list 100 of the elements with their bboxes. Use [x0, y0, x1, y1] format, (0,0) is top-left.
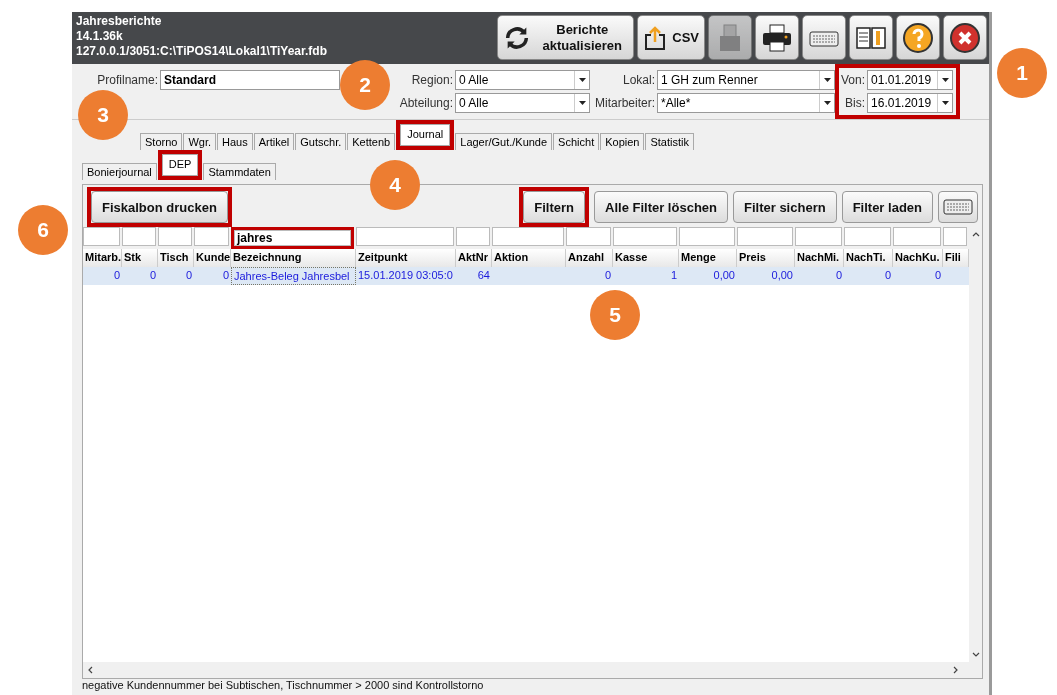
- dropdown-field[interactable]: 1 GH zum Renner: [657, 70, 835, 90]
- filter-input[interactable]: [158, 227, 192, 246]
- dropdown-field[interactable]: *Alle*: [657, 93, 835, 113]
- close-button[interactable]: [943, 15, 987, 60]
- dropdown-caret-icon: [823, 101, 831, 105]
- field-label: Lokal:: [622, 73, 655, 87]
- tab[interactable]: Gutschr.: [295, 133, 347, 150]
- print-receipt-button[interactable]: Fiskalbon drucken: [91, 191, 228, 223]
- column-header[interactable]: Zeitpunkt: [356, 249, 456, 267]
- tab[interactable]: Statistik: [645, 133, 694, 150]
- tab[interactable]: Artikel: [253, 133, 295, 150]
- scroll-up-icon[interactable]: [971, 230, 980, 238]
- tab[interactable]: DEP: [157, 150, 203, 180]
- filter-button[interactable]: Filter laden: [841, 191, 933, 223]
- tab[interactable]: Bonierjournal: [82, 163, 157, 180]
- table-cell-text: 0: [933, 268, 942, 283]
- filter-button[interactable]: Filtern: [523, 191, 585, 223]
- dropdown-field[interactable]: 16.01.2019: [867, 93, 954, 113]
- tab[interactable]: Wgr.: [183, 133, 217, 150]
- filter-input[interactable]: [795, 227, 842, 246]
- column-header[interactable]: Aktion: [492, 249, 566, 267]
- callout-number: 1: [997, 48, 1047, 98]
- table-cell-text: 0: [221, 268, 230, 283]
- tab[interactable]: Stammdaten: [203, 163, 276, 180]
- table-cell-text: 15.01.2019 03:05:0: [357, 268, 454, 283]
- tab[interactable]: Storno: [140, 133, 183, 150]
- filter-input[interactable]: [566, 227, 611, 246]
- keyboard-icon: [943, 196, 973, 215]
- table-cell-text: 0: [148, 268, 157, 283]
- tab[interactable]: Kettenb: [347, 133, 396, 150]
- filter-input[interactable]: [737, 227, 793, 246]
- table-cell-text: 0: [603, 268, 612, 283]
- dropdown-caret-icon: [823, 78, 831, 82]
- column-header[interactable]: NachTi.: [844, 249, 893, 267]
- tab[interactable]: Kopien: [600, 133, 645, 150]
- manual-button[interactable]: [849, 15, 893, 60]
- column-header[interactable]: Tisch: [158, 249, 194, 267]
- column-header[interactable]: Preis: [737, 249, 795, 267]
- column-header[interactable]: Menge: [679, 249, 737, 267]
- window-title: Jahresberichte 14.1.36k 127.0.0.1/3051:C:\TiPOS14\Lokal1\TiYear.fdb: [76, 14, 328, 60]
- tab[interactable]: Lager/Gut./Kunde: [455, 133, 553, 150]
- print-button[interactable]: [755, 15, 799, 60]
- filter-input[interactable]: jahres: [234, 230, 351, 246]
- column-header[interactable]: Stk: [122, 249, 158, 267]
- scroll-right-icon[interactable]: [952, 666, 960, 674]
- refresh-button[interactable]: Berichte aktualisieren: [497, 15, 635, 60]
- text-field[interactable]: Standard: [160, 70, 340, 90]
- filter-input[interactable]: [943, 227, 967, 246]
- csv-export-button[interactable]: CSV: [637, 15, 705, 60]
- dropdown-field[interactable]: 0 Alle: [455, 70, 590, 90]
- dropdown-field[interactable]: 01.01.2019: [867, 70, 954, 90]
- table-cell-text: 0,00: [712, 268, 736, 283]
- column-header[interactable]: Anzahl: [566, 249, 613, 267]
- column-header[interactable]: NachMi.: [795, 249, 844, 267]
- table-cell-text: 0: [834, 268, 843, 283]
- dropdown-field[interactable]: 0 Alle: [455, 93, 590, 113]
- filter-input[interactable]: [83, 227, 120, 246]
- table-row[interactable]: 0 0 0 0 Jahres-Beleg Jahresbel 15.01.2019 03:05:0 64 0 1 0,00 0,00 0 0 0: [83, 267, 969, 285]
- close-icon: [949, 21, 981, 54]
- book-info-icon: [855, 24, 887, 51]
- filter-input[interactable]: [122, 227, 156, 246]
- keyboard-icon: [809, 28, 839, 47]
- tab[interactable]: Journal: [396, 120, 455, 150]
- scroll-down-icon[interactable]: [971, 651, 980, 659]
- table-cell-text: 64: [476, 268, 491, 283]
- dropdown-caret-icon: [941, 101, 949, 105]
- field-label: Profilname:: [97, 73, 158, 87]
- filter-input[interactable]: [194, 227, 229, 246]
- keyboard-button[interactable]: [938, 191, 978, 223]
- help-button[interactable]: [896, 15, 940, 60]
- field-label: Mitarbeiter:: [594, 96, 655, 110]
- horizontal-scrollbar[interactable]: [83, 662, 982, 678]
- filter-input[interactable]: [679, 227, 735, 246]
- filter-input[interactable]: [844, 227, 891, 246]
- filter-button[interactable]: Filter sichern: [733, 191, 837, 223]
- filter-input[interactable]: [613, 227, 677, 246]
- keyboard-button[interactable]: [802, 15, 846, 60]
- tab[interactable]: Schicht: [553, 133, 600, 150]
- filter-button[interactable]: Alle Filter löschen: [594, 191, 728, 223]
- table-cell-text: 1: [669, 268, 678, 283]
- table-cell-text: 0: [883, 268, 892, 283]
- upload-icon: [643, 24, 668, 51]
- dropdown-caret-icon: [578, 78, 586, 82]
- scroll-left-icon[interactable]: [86, 666, 94, 674]
- filter-input[interactable]: [356, 227, 454, 246]
- help-icon: [902, 21, 934, 54]
- column-header[interactable]: Kunde: [194, 249, 231, 267]
- column-header[interactable]: Fili: [943, 249, 969, 267]
- column-header[interactable]: Mitarb.: [83, 249, 122, 267]
- column-header[interactable]: Bezeichnung: [231, 249, 356, 267]
- filter-input[interactable]: [456, 227, 490, 246]
- printer-icon: [761, 22, 793, 53]
- filter-input[interactable]: [492, 227, 564, 246]
- field-label: Von:: [841, 73, 866, 87]
- column-header[interactable]: AktNr: [456, 249, 492, 267]
- filter-input[interactable]: [893, 227, 941, 246]
- column-header[interactable]: NachKu.: [893, 249, 943, 267]
- tab[interactable]: Haus: [217, 133, 253, 150]
- table-cell-text: 0: [112, 268, 121, 283]
- column-header[interactable]: Kasse: [613, 249, 679, 267]
